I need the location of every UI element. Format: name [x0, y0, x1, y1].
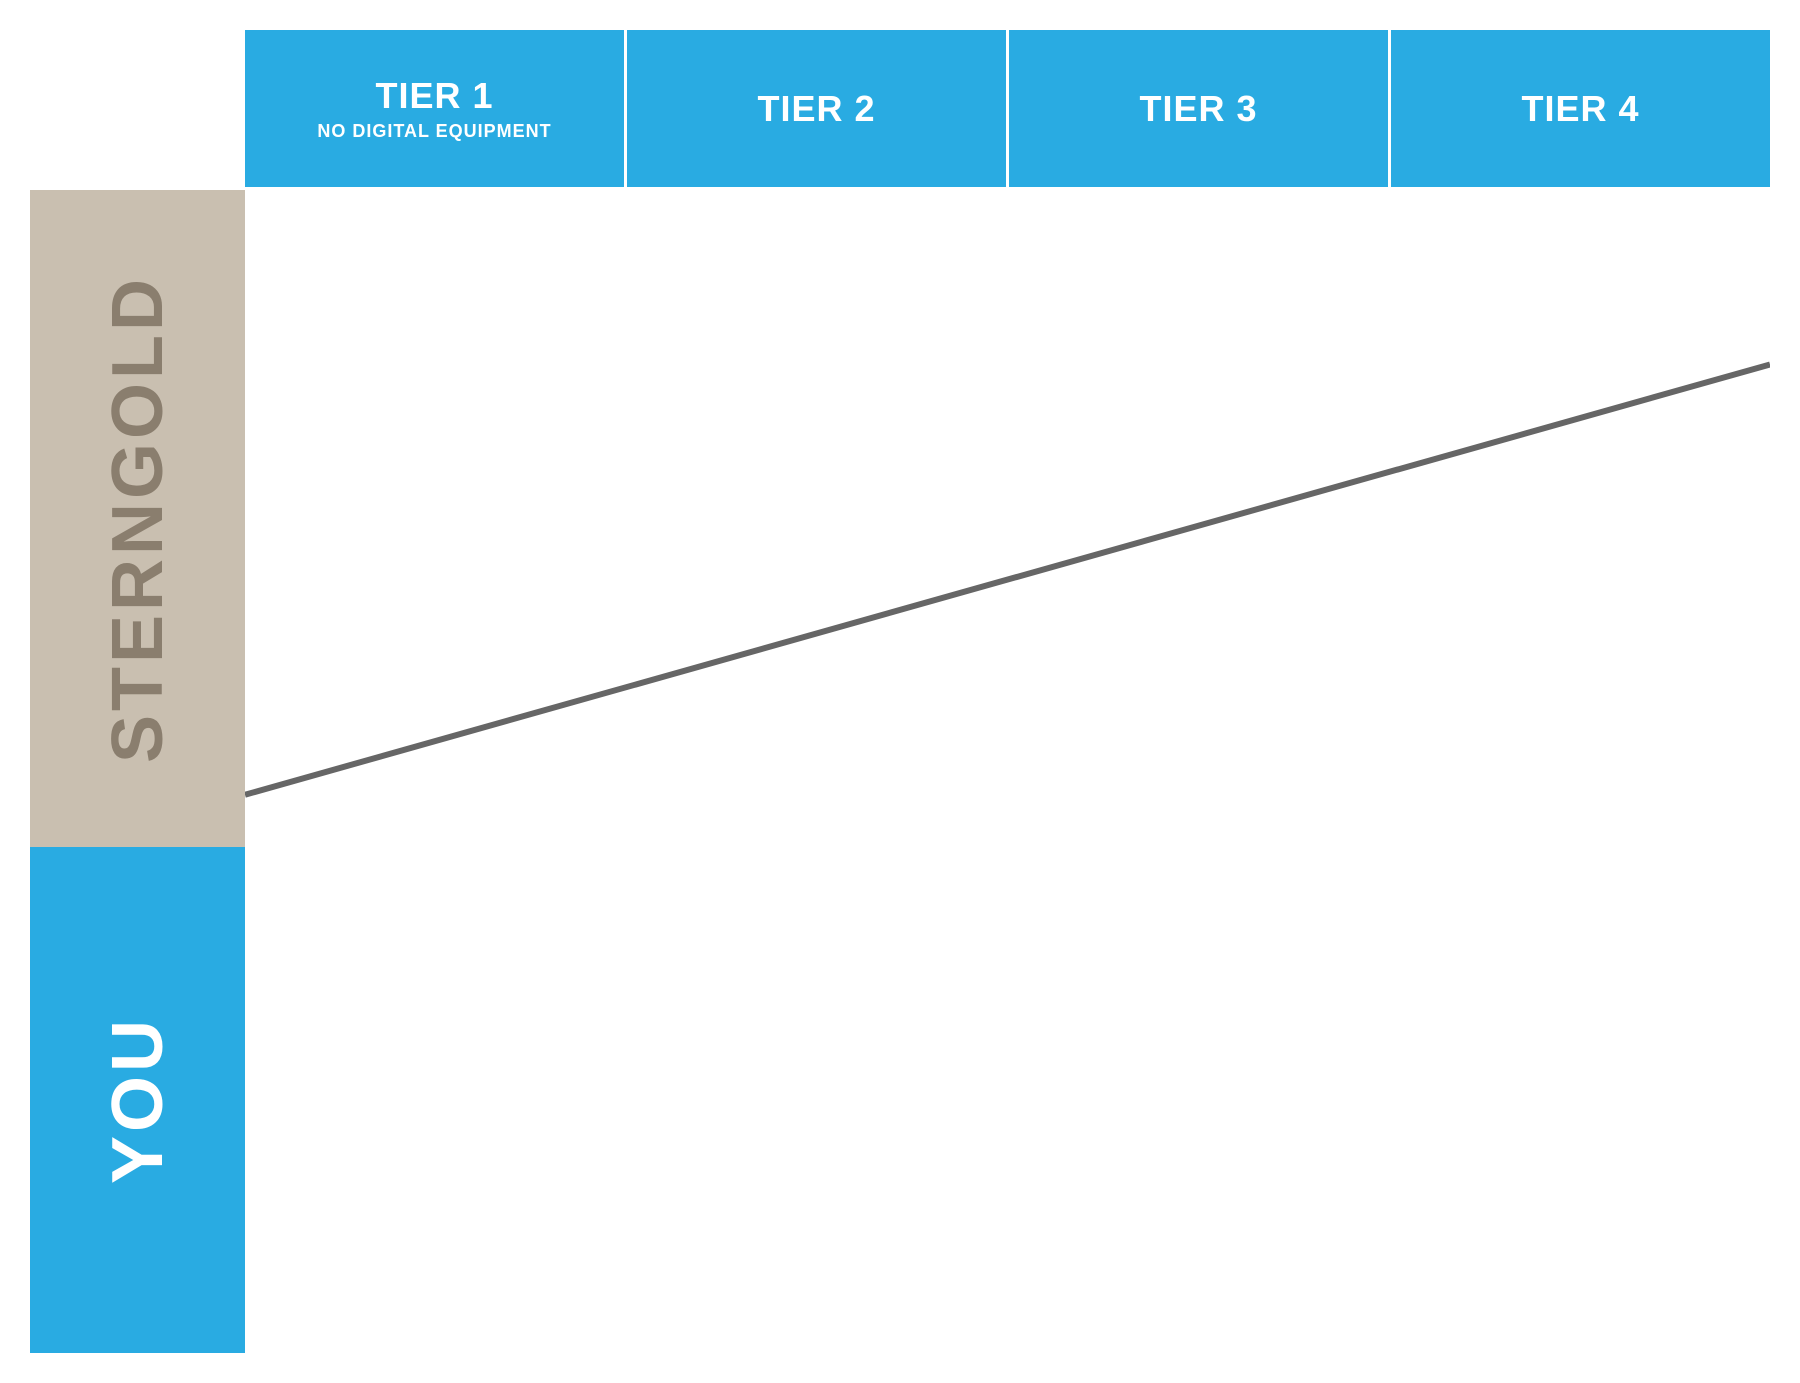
tier-columns-wrapper: ✓ Scan ✓ Design ✓ Mill ✓ — [245, 190, 1770, 1353]
sterngold-label-cell: STERNGOLD — [30, 190, 245, 847]
header-row: TIER 1 NO DIGITAL EQUIPMENT TIER 2 TIER … — [30, 30, 1770, 190]
you-label-cell: YOU — [30, 847, 245, 1353]
diagonal-line — [245, 190, 1770, 1353]
side-labels: STERNGOLD YOU — [30, 190, 245, 1353]
sterngold-label: STERNGOLD — [97, 275, 179, 763]
tier1-title: TIER 1 — [375, 75, 493, 117]
tier2-title: TIER 2 — [757, 88, 875, 130]
header-label-cell — [30, 30, 245, 190]
tier4-title: TIER 4 — [1521, 88, 1639, 130]
header-tier2: TIER 2 — [627, 30, 1009, 190]
you-label: YOU — [97, 1016, 179, 1184]
header-tier3: TIER 3 — [1009, 30, 1391, 190]
content-row: STERNGOLD YOU — [30, 190, 1770, 1353]
header-tier1: TIER 1 NO DIGITAL EQUIPMENT — [245, 30, 627, 190]
header-tier4: TIER 4 — [1391, 30, 1770, 190]
tier1-subtitle: NO DIGITAL EQUIPMENT — [317, 121, 551, 142]
tier3-title: TIER 3 — [1139, 88, 1257, 130]
